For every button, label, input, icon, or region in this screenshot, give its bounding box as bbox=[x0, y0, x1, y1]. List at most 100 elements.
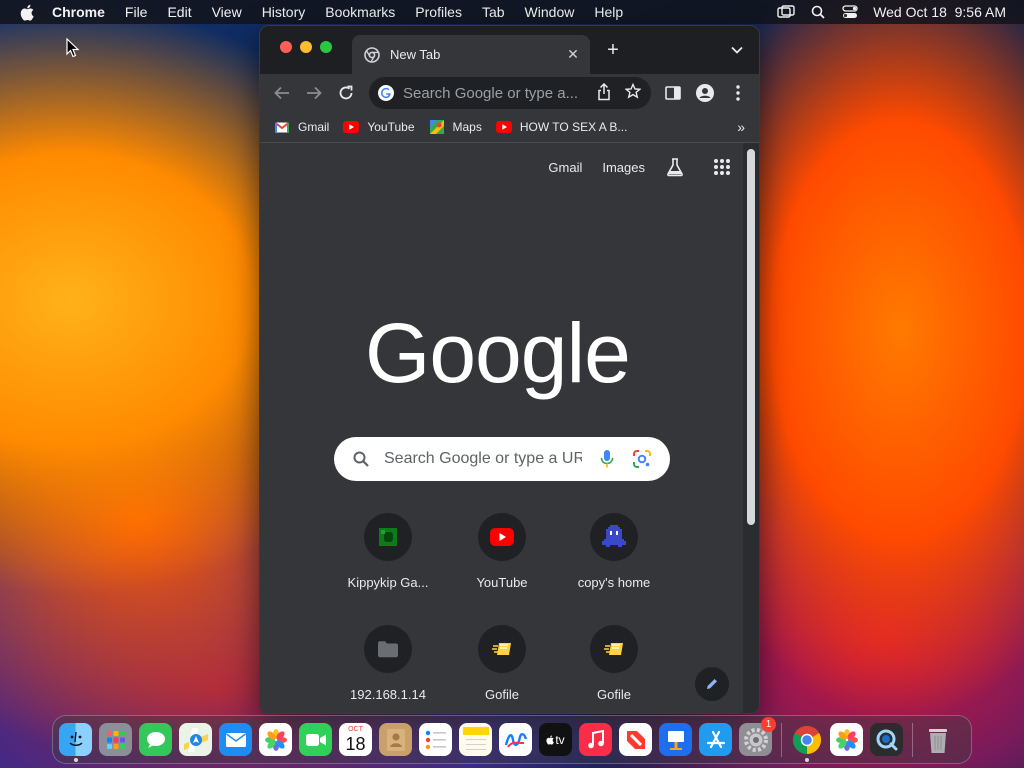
menu-app-name[interactable]: Chrome bbox=[52, 4, 105, 20]
calendar-icon[interactable]: OCT 18 bbox=[339, 723, 372, 756]
bookmarks-bar: Gmail YouTube Maps HOW TO SEX A B... » bbox=[260, 112, 759, 143]
menu-window[interactable]: Window bbox=[525, 4, 575, 20]
shortcut-tile-kippykip[interactable]: Kippykip Ga... bbox=[332, 513, 444, 613]
bookmark-gmail[interactable]: Gmail bbox=[274, 119, 329, 135]
voice-search-mic-icon[interactable] bbox=[600, 449, 614, 474]
photos-icon[interactable] bbox=[259, 723, 292, 756]
google-lens-icon[interactable] bbox=[632, 449, 652, 474]
app-store-icon[interactable] bbox=[699, 723, 732, 756]
ntp-search-placeholder: Search Google or type a URL bbox=[384, 450, 582, 467]
reload-button[interactable] bbox=[332, 79, 360, 107]
chrome-window: New Tab ✕ + Search Google or type a... G… bbox=[259, 25, 760, 714]
tab-new-tab[interactable]: New Tab ✕ bbox=[352, 35, 590, 74]
quicktime-icon[interactable] bbox=[870, 723, 903, 756]
zoom-window-button[interactable] bbox=[320, 41, 332, 53]
profile-avatar-icon[interactable] bbox=[691, 79, 719, 107]
bookmark-youtube-video[interactable]: HOW TO SEX A B... bbox=[495, 119, 627, 135]
minimize-window-button[interactable] bbox=[300, 41, 312, 53]
new-tab-button[interactable]: + bbox=[602, 39, 624, 61]
page-scrollbar[interactable] bbox=[743, 143, 759, 713]
bookmark-youtube[interactable]: YouTube bbox=[343, 119, 415, 135]
notes-icon[interactable] bbox=[459, 723, 492, 756]
bookmark-maps[interactable]: Maps bbox=[429, 119, 482, 135]
tab-strip: New Tab ✕ + bbox=[260, 26, 759, 74]
menu-bookmarks[interactable]: Bookmarks bbox=[325, 4, 395, 20]
address-bar[interactable]: Search Google or type a... bbox=[369, 77, 651, 109]
back-button[interactable] bbox=[268, 79, 296, 107]
spotlight-search-icon[interactable] bbox=[809, 3, 827, 21]
menu-history[interactable]: History bbox=[262, 4, 306, 20]
bookmark-label: Gmail bbox=[298, 120, 330, 134]
photos-app-icon[interactable] bbox=[830, 723, 863, 756]
shortcut-label: YouTube bbox=[476, 575, 528, 590]
freeform-icon[interactable] bbox=[499, 723, 532, 756]
youtube-icon bbox=[495, 119, 512, 135]
shortcut-tile-local-ip[interactable]: 192.168.1.14 bbox=[332, 625, 444, 713]
menu-view[interactable]: View bbox=[212, 4, 242, 20]
chrome-menu-icon[interactable] bbox=[724, 79, 752, 107]
shortcut-tile-copys-home[interactable]: copy's home bbox=[558, 513, 670, 613]
menu-profiles[interactable]: Profiles bbox=[415, 4, 462, 20]
music-icon[interactable] bbox=[579, 723, 612, 756]
trash-icon[interactable] bbox=[921, 723, 954, 756]
news-icon[interactable] bbox=[619, 723, 652, 756]
shortcut-label: 192.168.1.14 bbox=[350, 687, 426, 702]
dock-separator bbox=[781, 722, 782, 757]
pixel-creature-icon bbox=[590, 513, 638, 561]
apple-menu-icon[interactable] bbox=[18, 4, 36, 21]
contacts-icon[interactable] bbox=[379, 723, 412, 756]
mail-icon[interactable] bbox=[219, 723, 252, 756]
launchpad-icon[interactable] bbox=[99, 723, 132, 756]
control-center-icon[interactable] bbox=[841, 3, 859, 21]
shortcut-tile-gofile-2[interactable]: Gofile bbox=[558, 625, 670, 713]
menu-tab[interactable]: Tab bbox=[482, 4, 505, 20]
facetime-icon[interactable] bbox=[299, 723, 332, 756]
close-tab-icon[interactable]: ✕ bbox=[562, 44, 584, 66]
reminders-icon[interactable] bbox=[419, 723, 452, 756]
address-bar-placeholder: Search Google or type a... bbox=[403, 84, 579, 102]
shortcut-label: Kippykip Ga... bbox=[347, 575, 429, 590]
shortcut-tile-youtube[interactable]: YouTube bbox=[446, 513, 558, 613]
messages-icon[interactable] bbox=[139, 723, 172, 756]
menu-clock[interactable]: Wed Oct 18 9:56 AM bbox=[873, 4, 1006, 20]
shortcut-tile-gofile-1[interactable]: Gofile bbox=[446, 625, 558, 713]
forward-button[interactable] bbox=[300, 79, 328, 107]
labs-flask-icon[interactable] bbox=[665, 157, 685, 177]
kippykip-icon bbox=[364, 513, 412, 561]
chrome-app-icon[interactable] bbox=[790, 723, 823, 762]
menu-file[interactable]: File bbox=[125, 4, 148, 20]
notification-badge: 1 bbox=[761, 717, 776, 732]
bookmark-star-icon[interactable] bbox=[624, 82, 642, 104]
maps-icon bbox=[429, 119, 445, 135]
bookmark-label: YouTube bbox=[367, 120, 415, 134]
close-window-button[interactable] bbox=[280, 41, 292, 53]
gofile-icon bbox=[590, 625, 638, 673]
menu-edit[interactable]: Edit bbox=[167, 4, 191, 20]
share-icon[interactable] bbox=[597, 82, 611, 106]
side-panel-icon[interactable] bbox=[659, 79, 687, 107]
scrollbar-thumb[interactable] bbox=[747, 149, 755, 525]
running-indicator bbox=[74, 758, 78, 762]
ntp-search-box[interactable]: Search Google or type a URL bbox=[334, 437, 670, 481]
system-settings-icon[interactable]: 1 bbox=[739, 717, 776, 756]
images-link[interactable]: Images bbox=[602, 160, 645, 175]
finder-icon[interactable] bbox=[59, 723, 92, 762]
menu-help[interactable]: Help bbox=[594, 4, 623, 20]
chrome-favicon-icon bbox=[364, 46, 380, 63]
customize-chrome-pencil-icon[interactable] bbox=[695, 667, 729, 701]
folder-icon bbox=[364, 625, 412, 673]
apple-tv-icon[interactable]: tv bbox=[539, 723, 572, 756]
maps-app-icon[interactable] bbox=[179, 723, 212, 756]
keynote-icon[interactable] bbox=[659, 723, 692, 756]
shortcut-label: Gofile bbox=[597, 687, 631, 702]
shortcut-label: copy's home bbox=[577, 575, 651, 590]
google-apps-icon[interactable] bbox=[713, 158, 731, 176]
dock-separator bbox=[912, 722, 913, 757]
gmail-link[interactable]: Gmail bbox=[548, 160, 582, 175]
tab-title: New Tab bbox=[390, 47, 441, 62]
gmail-icon bbox=[274, 119, 290, 135]
shortcut-label: Gofile bbox=[485, 687, 519, 702]
tab-search-chevron-icon[interactable] bbox=[727, 40, 747, 60]
more-bookmarks-chevron-icon[interactable]: » bbox=[737, 119, 745, 135]
screen-mirroring-icon[interactable] bbox=[777, 3, 795, 21]
